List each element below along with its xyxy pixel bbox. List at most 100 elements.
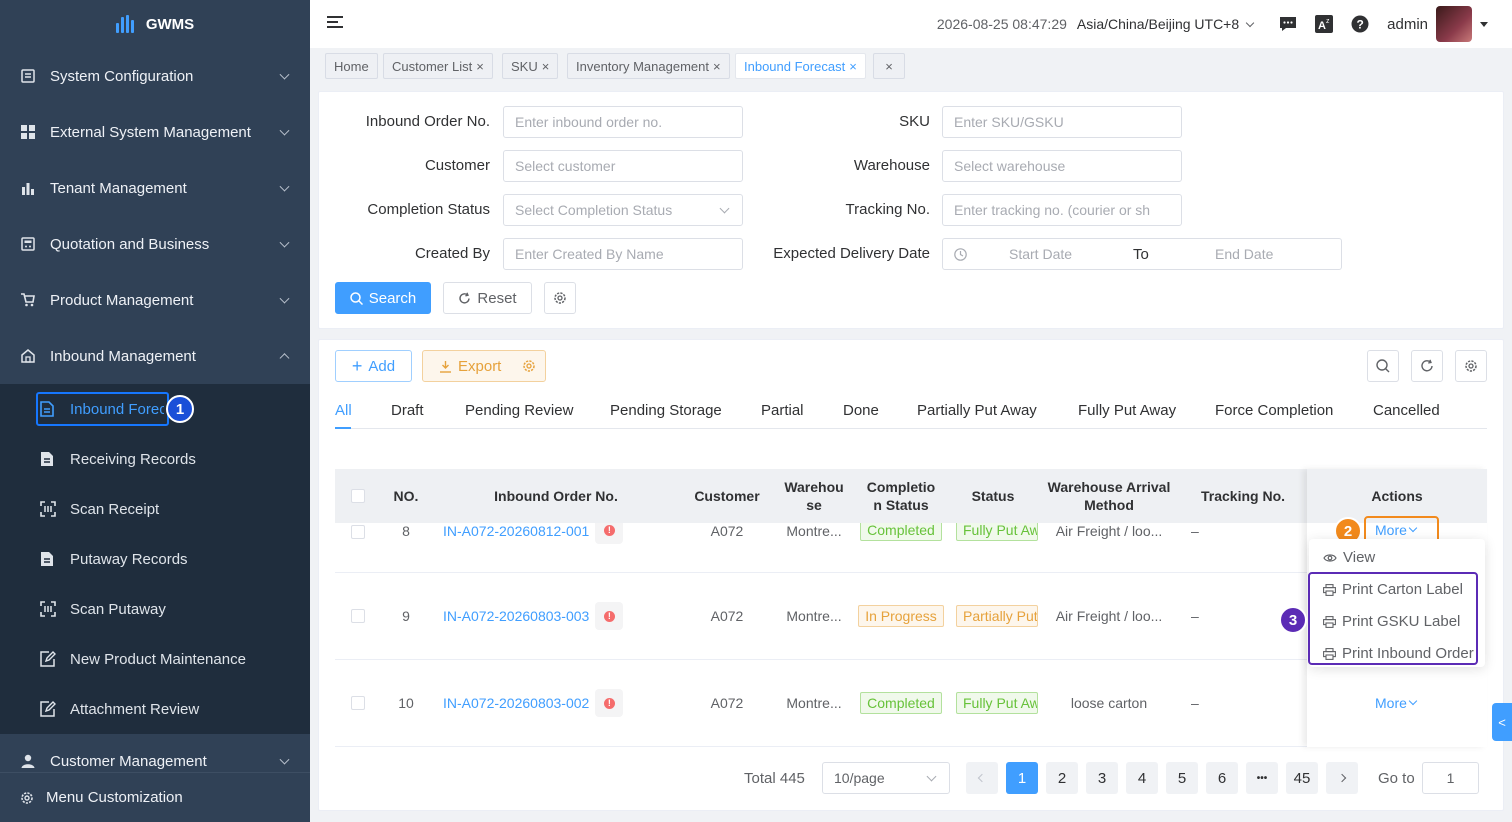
close-all-tags-button[interactable]: ×: [873, 53, 905, 79]
tab-done[interactable]: Done: [843, 402, 879, 419]
menu-inbound-management[interactable]: Inbound Management: [0, 328, 310, 384]
more-pages[interactable]: •••: [1246, 762, 1278, 794]
menu-customization[interactable]: Menu Customization: [0, 772, 310, 822]
search-button[interactable]: Search: [335, 282, 431, 314]
created-by-input[interactable]: Enter Created By Name: [503, 238, 743, 270]
menu-system-configuration[interactable]: System Configuration: [0, 48, 310, 104]
gear-icon[interactable]: [522, 359, 536, 373]
prev-page-button[interactable]: [966, 762, 998, 794]
submenu-scan-putaway[interactable]: Scan Putaway: [0, 584, 310, 634]
app-logo[interactable]: GWMS: [0, 0, 310, 48]
submenu-receiving-records[interactable]: Receiving Records: [0, 434, 310, 484]
chevron-right-icon: [1337, 773, 1347, 783]
next-page-button[interactable]: [1326, 762, 1358, 794]
order-link[interactable]: IN-A072-20260812-001: [443, 523, 589, 539]
select-all-checkbox[interactable]: [351, 489, 365, 503]
message-icon[interactable]: [1279, 15, 1297, 33]
row-checkbox[interactable]: [351, 525, 365, 539]
tag-customer-list[interactable]: Customer List ×: [383, 53, 493, 79]
close-icon[interactable]: ×: [476, 59, 484, 74]
tab-draft[interactable]: Draft: [391, 402, 424, 419]
page-4[interactable]: 4: [1126, 762, 1158, 794]
menu-quotation-and-business[interactable]: Quotation and Business: [0, 216, 310, 272]
reset-button[interactable]: Reset: [443, 282, 532, 314]
row-checkbox[interactable]: [351, 696, 365, 710]
page-size-select[interactable]: 10/page: [822, 762, 950, 794]
inbound-order-input[interactable]: Enter inbound order no.: [503, 106, 743, 138]
warehouse-select[interactable]: Select warehouse: [942, 150, 1182, 182]
tracking-input[interactable]: Enter tracking no. (courier or sh: [942, 194, 1182, 226]
submenu-new-product-maintenance[interactable]: New Product Maintenance: [0, 634, 310, 684]
cell-no: 9: [402, 608, 410, 624]
tab-cancelled[interactable]: Cancelled: [1373, 402, 1440, 419]
table-row[interactable]: 10 IN-A072-20260803-002! A072 Montre... …: [335, 660, 1307, 747]
menu-product-management[interactable]: Product Management: [0, 272, 310, 328]
warning-icon[interactable]: !: [595, 523, 624, 544]
caret-down-icon[interactable]: [1480, 21, 1488, 27]
add-button[interactable]: + Add: [335, 350, 412, 382]
table-row[interactable]: 8 IN-A072-20260812-001! A072 Montre... C…: [335, 523, 1307, 573]
warning-icon[interactable]: !: [595, 689, 624, 717]
sku-input[interactable]: Enter SKU/GSKU: [942, 106, 1182, 138]
menu-item-view[interactable]: View: [1323, 549, 1375, 566]
page-5[interactable]: 5: [1166, 762, 1198, 794]
submenu-scan-receipt[interactable]: Scan Receipt: [0, 484, 310, 534]
tab-pending-review[interactable]: Pending Review: [465, 402, 573, 419]
customer-select[interactable]: Select customer: [503, 150, 743, 182]
export-label: Export: [458, 357, 502, 375]
table-row[interactable]: 9 IN-A072-20260803-003! A072 Montre... I…: [335, 573, 1307, 660]
goto-page-input[interactable]: 1: [1422, 762, 1479, 794]
collapse-panel-button[interactable]: <: [1492, 703, 1512, 741]
tab-all[interactable]: All: [335, 402, 352, 419]
end-date-placeholder[interactable]: End Date: [1215, 246, 1273, 262]
submenu-attachment-review[interactable]: Attachment Review: [0, 684, 310, 734]
submenu-inbound-forecast[interactable]: Inbound Forecast 1: [0, 384, 310, 434]
menu-tenant-management[interactable]: Tenant Management: [0, 160, 310, 216]
order-link[interactable]: IN-A072-20260803-003: [443, 608, 589, 624]
warning-icon[interactable]: !: [595, 602, 624, 630]
translate-icon[interactable]: Az: [1315, 15, 1334, 33]
search-label: Search: [368, 289, 417, 307]
more-button-row-8[interactable]: More: [1375, 522, 1418, 538]
timezone-select[interactable]: Asia/China/Beijing UTC+8: [1077, 16, 1255, 32]
table-search-button[interactable]: [1367, 350, 1399, 382]
chevron-down-icon: [279, 293, 290, 304]
tab-pending-storage[interactable]: Pending Storage: [610, 402, 722, 419]
tag-home[interactable]: Home: [325, 53, 378, 79]
page-3[interactable]: 3: [1086, 762, 1118, 794]
close-icon[interactable]: ×: [542, 59, 550, 74]
menu-toggle-icon[interactable]: [327, 16, 343, 30]
filter-settings-button[interactable]: [544, 282, 576, 314]
tab-force-completion[interactable]: Force Completion: [1215, 402, 1333, 419]
tag-sku[interactable]: SKU ×: [502, 53, 559, 79]
help-icon[interactable]: ?: [1351, 15, 1369, 33]
export-button[interactable]: Export: [422, 350, 546, 382]
menu-external-system-management[interactable]: External System Management: [0, 104, 310, 160]
table-refresh-button[interactable]: [1411, 350, 1443, 382]
clock-icon: [954, 247, 967, 261]
close-icon[interactable]: ×: [849, 59, 857, 74]
table-settings-button[interactable]: [1455, 350, 1487, 382]
submenu-putaway-records[interactable]: Putaway Records: [0, 534, 310, 584]
tag-inventory-management[interactable]: Inventory Management ×: [567, 53, 730, 79]
more-button-row-10[interactable]: More: [1375, 695, 1418, 711]
tab-partial[interactable]: Partial: [761, 402, 804, 419]
date-range-picker[interactable]: Start Date To End Date: [942, 238, 1342, 270]
cell-completion: In Progress: [855, 573, 947, 659]
tab-fully-put-away[interactable]: Fully Put Away: [1078, 402, 1176, 419]
close-icon[interactable]: ×: [713, 59, 721, 74]
tag-inbound-forecast[interactable]: Inbound Forecast ×: [735, 53, 866, 79]
page-45[interactable]: 45: [1286, 762, 1318, 794]
tab-partially-put-away[interactable]: Partially Put Away: [917, 402, 1037, 419]
page-2[interactable]: 2: [1046, 762, 1078, 794]
username[interactable]: admin: [1387, 16, 1428, 33]
completion-status-select[interactable]: Select Completion Status: [503, 194, 743, 226]
page-6[interactable]: 6: [1206, 762, 1238, 794]
page-1[interactable]: 1: [1006, 762, 1038, 794]
edit-document-icon: [40, 651, 56, 667]
avatar[interactable]: [1436, 6, 1472, 42]
order-link[interactable]: IN-A072-20260803-002: [443, 695, 589, 711]
highlight-box: [36, 392, 169, 426]
start-date-placeholder[interactable]: Start Date: [1009, 246, 1072, 262]
row-checkbox[interactable]: [351, 609, 365, 623]
